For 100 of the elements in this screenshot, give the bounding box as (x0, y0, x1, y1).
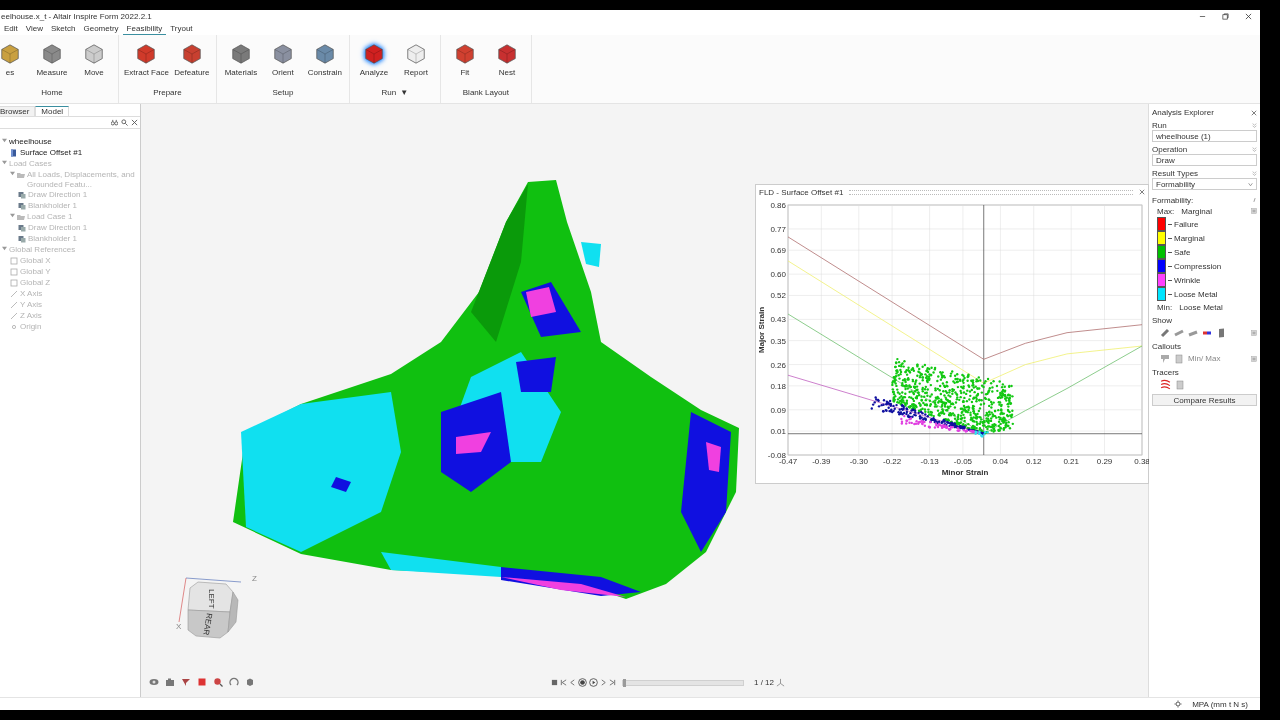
menu-icon[interactable] (1251, 355, 1257, 362)
units-label[interactable]: MPA (mm t N s) (1192, 699, 1248, 709)
panel-tab[interactable]: Model (35, 106, 70, 116)
caret-icon[interactable] (10, 171, 15, 176)
ribbon-tool-button[interactable]: Extract Face (123, 41, 170, 83)
legend-label: Safe (1174, 247, 1191, 257)
pin-icon[interactable] (1252, 197, 1257, 203)
close-icon[interactable] (131, 119, 138, 126)
y-axis-title: Major Strain (757, 306, 766, 354)
ribbon-tool-button[interactable]: Measure (32, 41, 72, 83)
dropdown-caret[interactable]: ▼ (400, 88, 409, 97)
panel-tab[interactable]: Browser (0, 106, 36, 116)
folder-icon (17, 171, 25, 179)
tree-item[interactable]: Surface Offset #1 (0, 148, 140, 159)
tool-icon (180, 43, 203, 65)
x-tick-label: 0.21 (1063, 457, 1079, 466)
axes-icon[interactable] (776, 678, 785, 687)
part-icon (10, 149, 18, 157)
tool-icon (271, 43, 294, 65)
origin-icon (10, 323, 18, 331)
skip-start-icon[interactable] (560, 679, 567, 686)
tracer-lines-icon[interactable] (1160, 379, 1171, 390)
cube-face-label[interactable]: LEFT (207, 589, 216, 609)
field-label: Operation (1152, 144, 1188, 154)
close-icon[interactable] (1251, 109, 1257, 116)
text-field[interactable]: wheelhouse (1) (1152, 130, 1257, 142)
camera-icon[interactable] (165, 677, 175, 687)
load-icon (18, 235, 26, 243)
caret-icon[interactable] (2, 246, 7, 251)
close-icon[interactable] (1139, 189, 1145, 195)
dropdown-field[interactable]: Formability (1152, 178, 1257, 190)
ribbon-tool-button[interactable]: Constrain (304, 41, 345, 83)
ribbon-tool-button[interactable]: Defeature (171, 41, 212, 83)
menu-tab[interactable]: Tryout (166, 24, 197, 34)
section-label: Show (1152, 316, 1172, 325)
callout-icon[interactable] (1160, 353, 1170, 364)
ribbon-tool-button[interactable]: Materials (220, 41, 261, 83)
axis-label: X (176, 622, 182, 631)
caret-icon[interactable] (1248, 181, 1253, 187)
menu-tab[interactable]: Feasibility (122, 23, 167, 35)
tube-icon[interactable] (1174, 327, 1184, 338)
rotate-icon[interactable] (229, 677, 239, 687)
caret-icon[interactable] (2, 160, 7, 165)
eye-icon[interactable] (149, 677, 159, 687)
menu-tab[interactable]: Sketch (47, 24, 80, 34)
step-forward-icon[interactable] (600, 679, 607, 686)
sheet-icon[interactable] (1175, 379, 1185, 390)
tool-icon (0, 43, 21, 65)
skip-end-icon[interactable] (609, 679, 616, 686)
tool-icon (404, 43, 427, 65)
x-tick-label: -0.05 (953, 457, 973, 466)
ribbon-group-label: Home (41, 88, 63, 97)
caret-icon[interactable] (2, 138, 7, 143)
restore-icon[interactable] (1222, 13, 1229, 20)
sheet-icon[interactable] (1216, 327, 1226, 338)
y-tick-label: 0.52 (770, 291, 786, 301)
min-max-toggle[interactable]: Min/ Max (1188, 354, 1221, 363)
square-icon[interactable] (197, 677, 207, 687)
tube-icon[interactable] (1160, 327, 1170, 338)
ribbon-tool-button[interactable]: es (0, 41, 30, 83)
x-tick-label: 0.29 (1096, 457, 1113, 466)
ribbon-tool-button[interactable]: Orient (262, 41, 303, 83)
settings-icon[interactable] (1174, 700, 1183, 708)
ribbon-tool-button[interactable]: Fit (444, 41, 485, 83)
section-label: Callouts (1152, 342, 1181, 351)
cube-icon[interactable] (245, 677, 255, 687)
tool-icon (83, 43, 105, 65)
legend-label: Marginal (1174, 233, 1205, 243)
ribbon-tool-button[interactable]: Analyze (353, 41, 394, 83)
ribbon-tool-button[interactable]: Nest (486, 41, 527, 83)
timeline-track[interactable] (622, 679, 744, 686)
menu-tab[interactable]: View (21, 24, 47, 34)
caret-icon[interactable] (10, 213, 15, 218)
menu-icon[interactable] (1251, 329, 1257, 336)
tree-item[interactable]: wheelhouse (0, 137, 140, 148)
ribbon-group-label: Setup (272, 88, 294, 97)
compare-results-button[interactable]: Compare Results (1152, 394, 1257, 406)
ribbon-tool-button[interactable]: Move (74, 41, 114, 83)
timeline-thumb[interactable] (623, 678, 626, 687)
stop-icon[interactable] (551, 679, 558, 686)
ribbon-tool-button[interactable]: Report (395, 41, 436, 83)
tool-icon (495, 43, 518, 65)
minimize-icon[interactable] (1199, 13, 1206, 20)
menu-tab[interactable]: Edit (0, 24, 22, 34)
field-label: Run (1152, 120, 1167, 130)
record-icon[interactable] (578, 678, 587, 687)
play-icon[interactable] (589, 678, 598, 687)
binoculars-icon[interactable] (111, 119, 118, 126)
step-back-icon[interactable] (569, 679, 576, 686)
x-tick-label: -0.13 (920, 457, 939, 466)
menu-tab[interactable]: Geometry (79, 24, 123, 34)
y-tick-label: 0.69 (770, 246, 786, 256)
window-title: eelhouse.x_t - Altair Inspire Form 2022.2.1 (1, 12, 152, 21)
sheet-icon[interactable] (1174, 353, 1184, 364)
field-label: Result Types (1152, 168, 1199, 178)
zoom-icon[interactable] (213, 677, 223, 687)
text-field[interactable]: Draw (1152, 154, 1257, 166)
search-icon[interactable] (121, 119, 128, 126)
close-icon[interactable] (1245, 13, 1252, 20)
tool-icon (41, 43, 63, 65)
